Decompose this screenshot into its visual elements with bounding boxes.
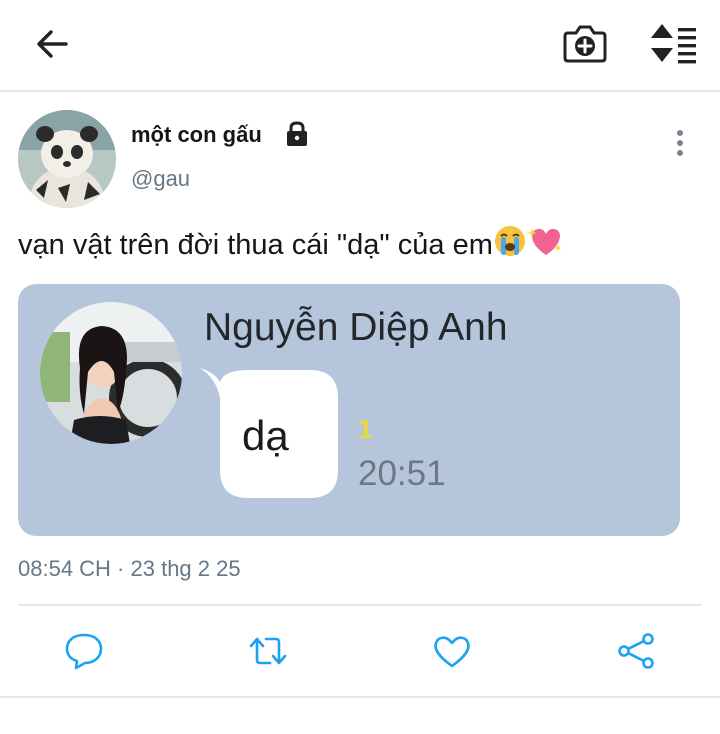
message-text: dạ	[242, 412, 289, 459]
message-time: 20:51	[358, 454, 446, 493]
like-icon[interactable]	[432, 632, 472, 670]
tweet-text: vạn vật trên đời thua cái "dạ" của em	[18, 224, 565, 262]
retweet-icon[interactable]	[248, 632, 288, 670]
back-arrow-icon[interactable]	[32, 24, 72, 64]
divider	[18, 604, 702, 606]
display-name[interactable]: một con gấu	[131, 122, 262, 148]
lock-icon	[285, 121, 309, 147]
tweet-media-image[interactable]: Nguyễn Diệp Anh dạ 1 20:51	[18, 284, 680, 536]
contact-avatar	[40, 302, 182, 444]
camera-plus-icon[interactable]	[562, 22, 608, 64]
share-icon[interactable]	[616, 632, 656, 670]
tweet: một con gấu @gau vạn vật trên đời thua c…	[0, 92, 720, 698]
unread-count: 1	[358, 414, 373, 444]
more-vertical-icon[interactable]	[668, 128, 692, 158]
sparkling-heart-emoji-icon	[526, 224, 565, 258]
contact-name: Nguyễn Diệp Anh	[204, 306, 508, 349]
crying-face-emoji-icon	[493, 224, 527, 258]
reply-icon[interactable]	[64, 632, 104, 670]
user-handle[interactable]: @gau	[131, 166, 190, 192]
tweet-text-content: vạn vật trên đời thua cái "dạ" của em	[18, 229, 493, 261]
top-app-bar	[0, 0, 720, 92]
sort-vertical-icon[interactable]	[646, 22, 698, 64]
tweet-timestamp[interactable]: 08:54 CH · 23 thg 2 25	[18, 556, 241, 582]
user-avatar[interactable]	[18, 110, 116, 208]
divider	[0, 696, 720, 698]
